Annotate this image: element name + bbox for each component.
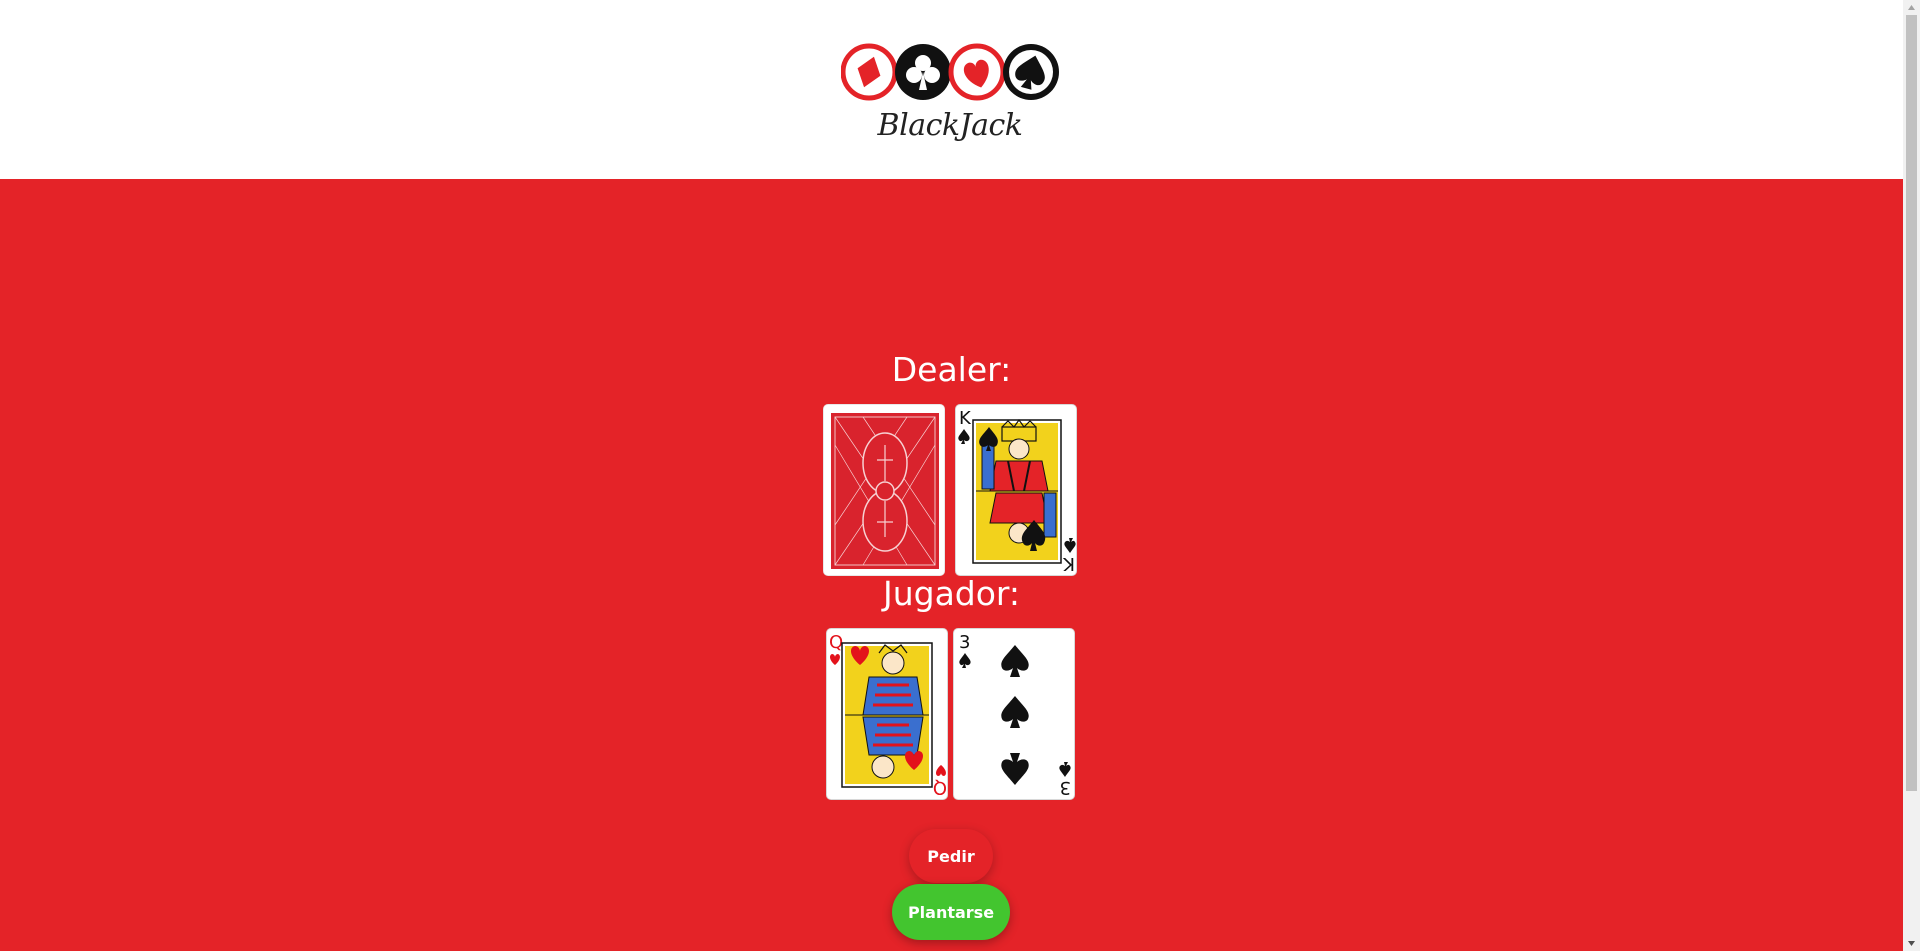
pedir-button[interactable]: Pedir: [909, 829, 993, 883]
header: BlackJack: [0, 0, 1903, 179]
card-rank: 3: [959, 632, 970, 653]
card-rank: K: [959, 408, 972, 429]
diamond-icon: [841, 43, 898, 101]
card-rank: Q: [829, 632, 843, 653]
scroll-up-arrow-icon[interactable]: [1903, 0, 1920, 15]
blackjack-logo: BlackJack: [841, 42, 1059, 144]
plantarse-button[interactable]: Plantarse: [892, 884, 1010, 940]
dealer-label: Dealer:: [891, 350, 1012, 389]
player-label: Jugador:: [882, 574, 1021, 613]
club-icon: [895, 44, 951, 100]
card-rank-rotated: Q: [933, 777, 947, 798]
player-card-three-spades: 3 3: [953, 628, 1075, 800]
logo-title: BlackJack: [877, 108, 1023, 143]
scroll-down-arrow-icon[interactable]: [1903, 936, 1920, 951]
player-card-queen-hearts: Q Q: [826, 628, 948, 800]
suits-emblem: [841, 43, 1059, 101]
scrollbar-thumb[interactable]: [1906, 15, 1917, 791]
dealer-card-back: [823, 404, 945, 576]
card-rank-rotated: K: [1062, 553, 1075, 574]
dealer-card-king-spades: K K: [955, 404, 1077, 576]
spade-icon: [1003, 44, 1059, 100]
heart-icon: [948, 43, 1006, 101]
card-rank-rotated: 3: [1060, 777, 1071, 798]
